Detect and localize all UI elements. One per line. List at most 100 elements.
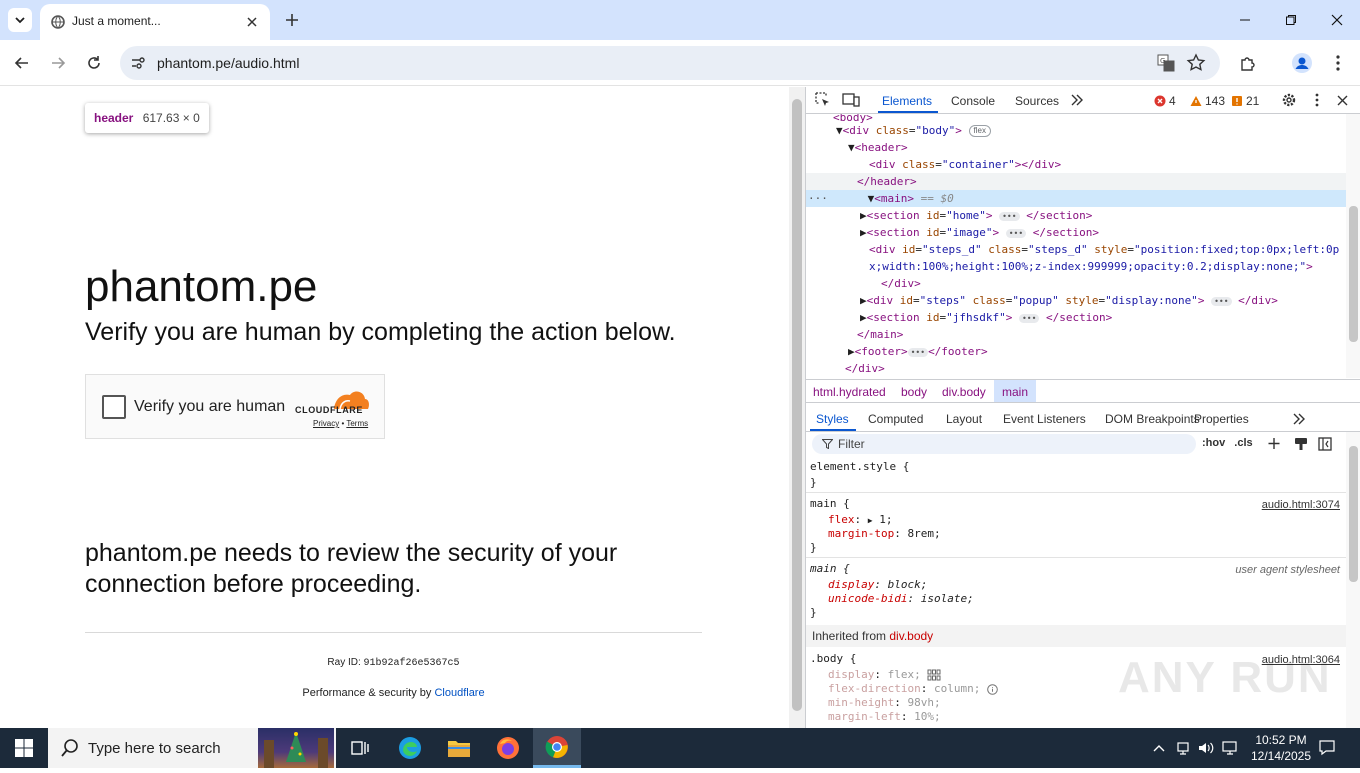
rule-main-source[interactable]: audio.html:3074 <box>1262 499 1340 511</box>
address-bar[interactable]: phantom.pe/audio.html G <box>120 46 1220 80</box>
subtab-layout[interactable]: Layout <box>946 412 982 426</box>
system-clock[interactable]: 10:52 PM 12/14/2025 <box>1250 732 1312 764</box>
start-button[interactable] <box>0 728 48 768</box>
breadcrumb-div-body[interactable]: div.body <box>942 385 986 399</box>
dom-node-main-close[interactable]: </main> <box>806 326 1346 343</box>
collapsed-ellipsis[interactable]: ••• <box>1211 296 1232 306</box>
rule-element-style[interactable]: element.style { <box>810 460 909 474</box>
profile-button[interactable] <box>1288 49 1316 77</box>
issues-count[interactable]: 21 <box>1231 94 1259 108</box>
dom-node-section-jfh[interactable]: ▶<section id="jfhsdkf"> ••• </section> <box>806 309 1346 326</box>
error-count[interactable]: 4 <box>1154 94 1176 108</box>
chrome-app[interactable] <box>533 728 581 768</box>
dom-tree[interactable]: <body> ▼<div class="body"> flex ▼<header… <box>806 114 1346 378</box>
inspect-element-icon[interactable] <box>814 91 832 109</box>
privacy-link[interactable]: Privacy <box>313 419 339 428</box>
verify-checkbox-label[interactable]: Verify you are human <box>134 398 285 416</box>
cloudflare-link[interactable]: Cloudflare <box>434 687 484 699</box>
network-icon[interactable] <box>1221 739 1239 757</box>
minimize-button[interactable] <box>1222 0 1268 40</box>
collapsed-ellipsis[interactable]: ••• <box>1005 228 1027 238</box>
warning-count[interactable]: 143 <box>1190 94 1225 108</box>
subtab-computed[interactable]: Computed <box>868 412 923 426</box>
terms-link[interactable]: Terms <box>346 419 368 428</box>
network-drive-icon[interactable] <box>1174 739 1192 757</box>
cls-button[interactable]: .cls <box>1234 437 1252 449</box>
decl-unicode-bidi[interactable]: unicode-bidi: isolate; <box>828 592 974 606</box>
dom-scrollbar[interactable] <box>1346 114 1360 378</box>
restore-button[interactable] <box>1268 0 1314 40</box>
tab-console[interactable]: Console <box>951 94 995 108</box>
devtools-menu-icon[interactable] <box>1308 91 1326 109</box>
sidebar-toggle-icon[interactable] <box>1318 437 1332 451</box>
dom-node-div-close[interactable]: </div> <box>806 275 1346 292</box>
extensions-button[interactable] <box>1234 49 1262 77</box>
edge-app[interactable] <box>386 728 434 768</box>
styles-scrollbar[interactable] <box>1346 432 1360 728</box>
new-rule-plus-icon[interactable] <box>1268 437 1282 451</box>
dom-node-header[interactable]: ▼<header> <box>806 139 1346 156</box>
device-toolbar-icon[interactable] <box>842 91 860 109</box>
tab-elements[interactable]: Elements <box>882 94 932 108</box>
collapsed-ellipsis[interactable]: ••• <box>907 347 929 357</box>
site-info-icon[interactable] <box>128 53 148 73</box>
dom-node-main-selected[interactable]: ··· ▼<main> == $0 <box>806 190 1346 207</box>
tab-sources[interactable]: Sources <box>1015 94 1059 108</box>
settings-gear-icon[interactable] <box>1280 91 1298 109</box>
decl-margin-top[interactable]: margin-top: 8rem; <box>828 527 941 541</box>
verify-checkbox[interactable] <box>102 395 126 419</box>
info-icon[interactable] <box>987 683 998 695</box>
subtab-dom-breakpoints[interactable]: DOM Breakpoints <box>1105 412 1200 426</box>
breadcrumb-html[interactable]: html.hydrated <box>813 385 886 399</box>
devtools-close-icon[interactable] <box>1333 91 1351 109</box>
styles-scroll-thumb[interactable] <box>1349 446 1358 582</box>
more-tabs-icon[interactable] <box>1068 91 1086 109</box>
dom-node-container[interactable]: <div class="container"></div> <box>806 156 1346 173</box>
dom-node-steps-d-cont[interactable]: x;width:100%;height:100%;z-index:999999;… <box>806 258 1346 275</box>
hov-button[interactable]: :hov <box>1202 437 1225 449</box>
breadcrumb-main[interactable]: main <box>1002 385 1028 399</box>
collapsed-ellipsis[interactable]: ••• <box>999 211 1020 221</box>
decl-flex[interactable]: flex: ▶ 1; <box>828 513 892 528</box>
new-tab-button[interactable] <box>280 8 304 32</box>
subtab-properties[interactable]: Properties <box>1194 412 1249 426</box>
dom-scroll-thumb[interactable] <box>1349 206 1358 342</box>
decl-body-flex-direction[interactable]: flex-direction: column; <box>828 682 998 696</box>
decl-body-margin-left[interactable]: margin-left: 10%; <box>828 710 941 724</box>
breadcrumb-body[interactable]: body <box>901 385 927 399</box>
bookmark-star-icon[interactable] <box>1186 53 1206 73</box>
taskbar-search[interactable]: Type here to search <box>48 728 336 768</box>
more-subtabs-icon[interactable] <box>1292 413 1306 425</box>
reload-button[interactable] <box>80 49 108 77</box>
flex-editor-icon[interactable] <box>927 669 941 681</box>
dom-node-div-body[interactable]: ▼<div class="body"> flex <box>806 122 1346 139</box>
task-view-button[interactable] <box>336 728 384 768</box>
rule-main-selector[interactable]: main { <box>810 497 850 511</box>
notifications-icon[interactable] <box>1318 739 1336 757</box>
close-window-button[interactable] <box>1314 0 1360 40</box>
tab-search-button[interactable] <box>8 8 32 32</box>
show-hidden-icons-chevron-up-icon[interactable] <box>1150 739 1168 757</box>
flex-badge[interactable]: flex <box>968 125 991 137</box>
dom-node-steps[interactable]: ▶<div id="steps" class="popup" style="di… <box>806 292 1346 309</box>
volume-icon[interactable] <box>1197 739 1215 757</box>
firefox-app[interactable] <box>484 728 532 768</box>
page-scrollbar[interactable] <box>789 87 805 728</box>
rule-body-selector[interactable]: .body { <box>810 652 856 666</box>
dom-node-section-image[interactable]: ▶<section id="image"> ••• </section> <box>806 224 1346 241</box>
translate-icon[interactable]: G <box>1156 53 1176 73</box>
inherited-selector[interactable]: div.body <box>889 629 933 643</box>
dom-node-div-body-close[interactable]: </div> <box>806 360 1346 377</box>
decl-body-min-height[interactable]: min-height: 98vh; <box>828 696 941 710</box>
decl-body-display[interactable]: display: flex; <box>828 668 941 682</box>
decl-display[interactable]: display: block; <box>828 578 927 592</box>
url-text[interactable]: phantom.pe/audio.html <box>157 55 299 71</box>
subtab-styles[interactable]: Styles <box>816 412 849 426</box>
dom-node-steps-d[interactable]: <div id="steps_d" class="steps_d" style=… <box>806 241 1346 258</box>
subtab-event-listeners[interactable]: Event Listeners <box>1003 412 1086 426</box>
tab-close-icon[interactable] <box>242 12 262 32</box>
rule-ua-selector[interactable]: main { <box>810 562 850 576</box>
dom-node-footer[interactable]: ▶<footer> ••• </footer> <box>806 343 1346 360</box>
dom-node-header-close[interactable]: </header> <box>806 173 1346 190</box>
dom-node-section-home[interactable]: ▶<section id="home"> ••• </section> <box>806 207 1346 224</box>
